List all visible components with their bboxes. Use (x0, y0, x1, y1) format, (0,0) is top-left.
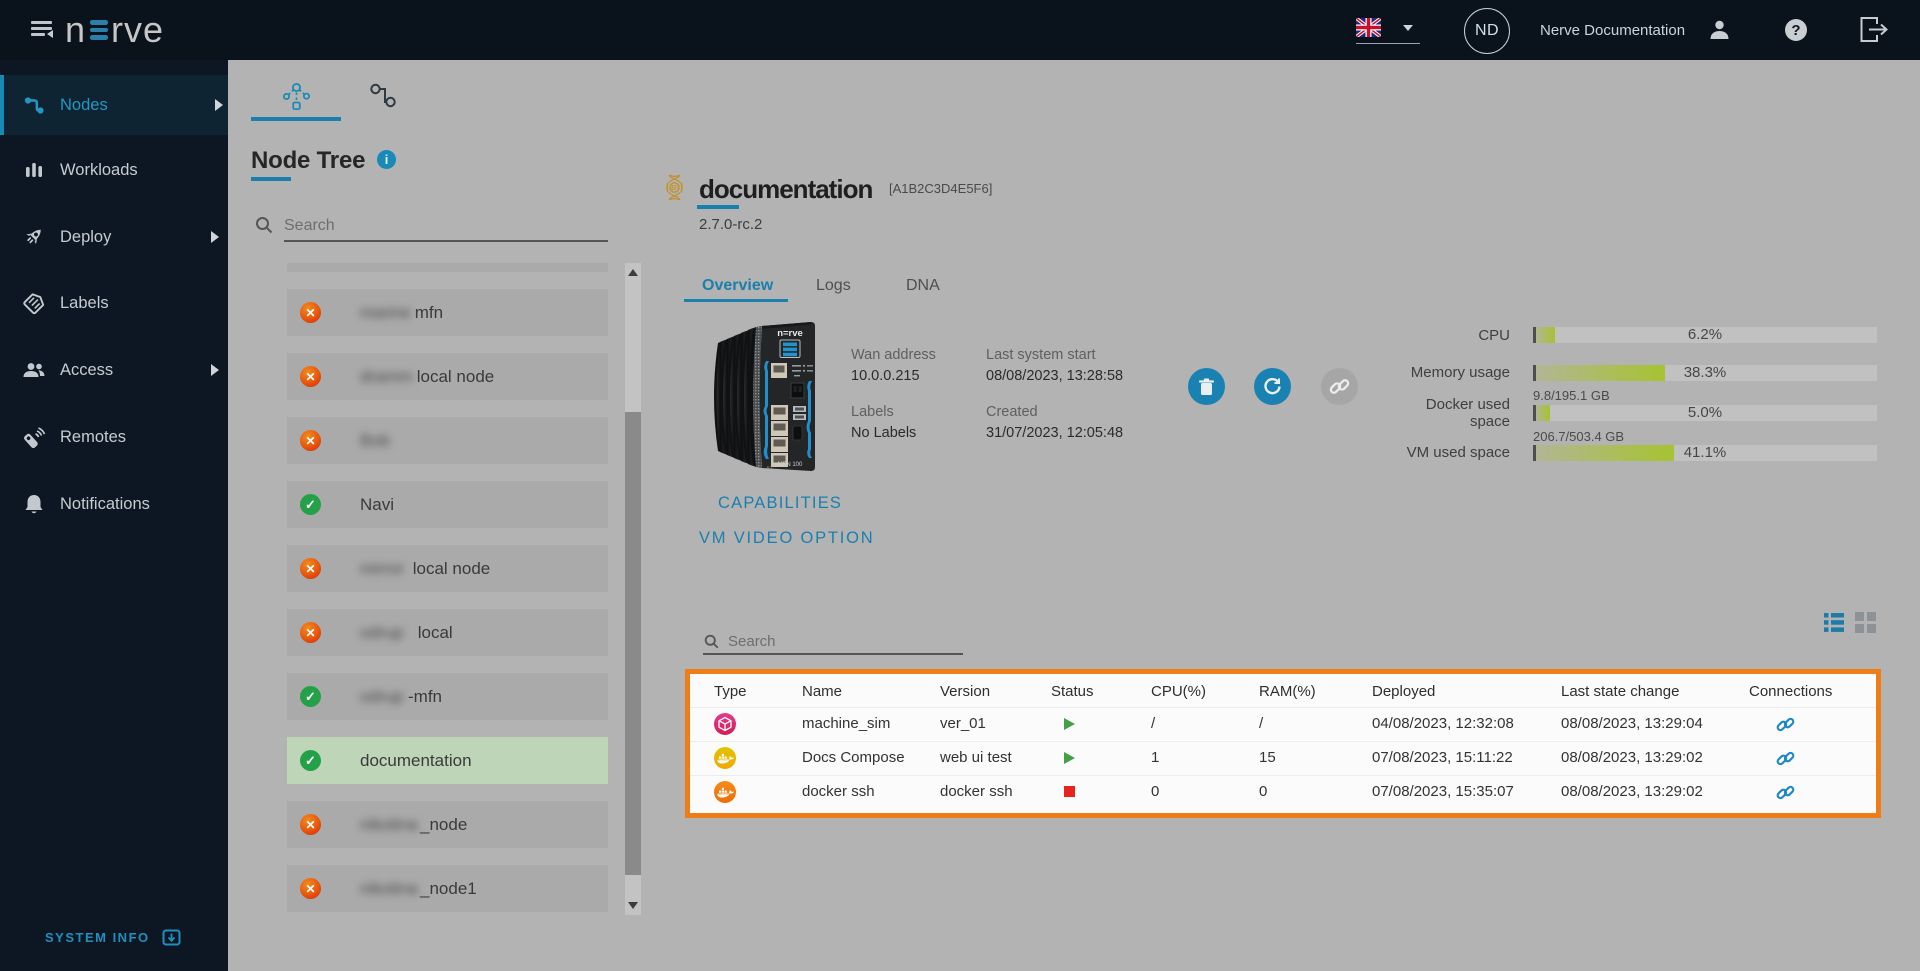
svg-text:n=rve: n=rve (777, 328, 803, 339)
svg-text:MFN 100: MFN 100 (778, 462, 803, 468)
svg-text:KT: KT (767, 465, 773, 470)
